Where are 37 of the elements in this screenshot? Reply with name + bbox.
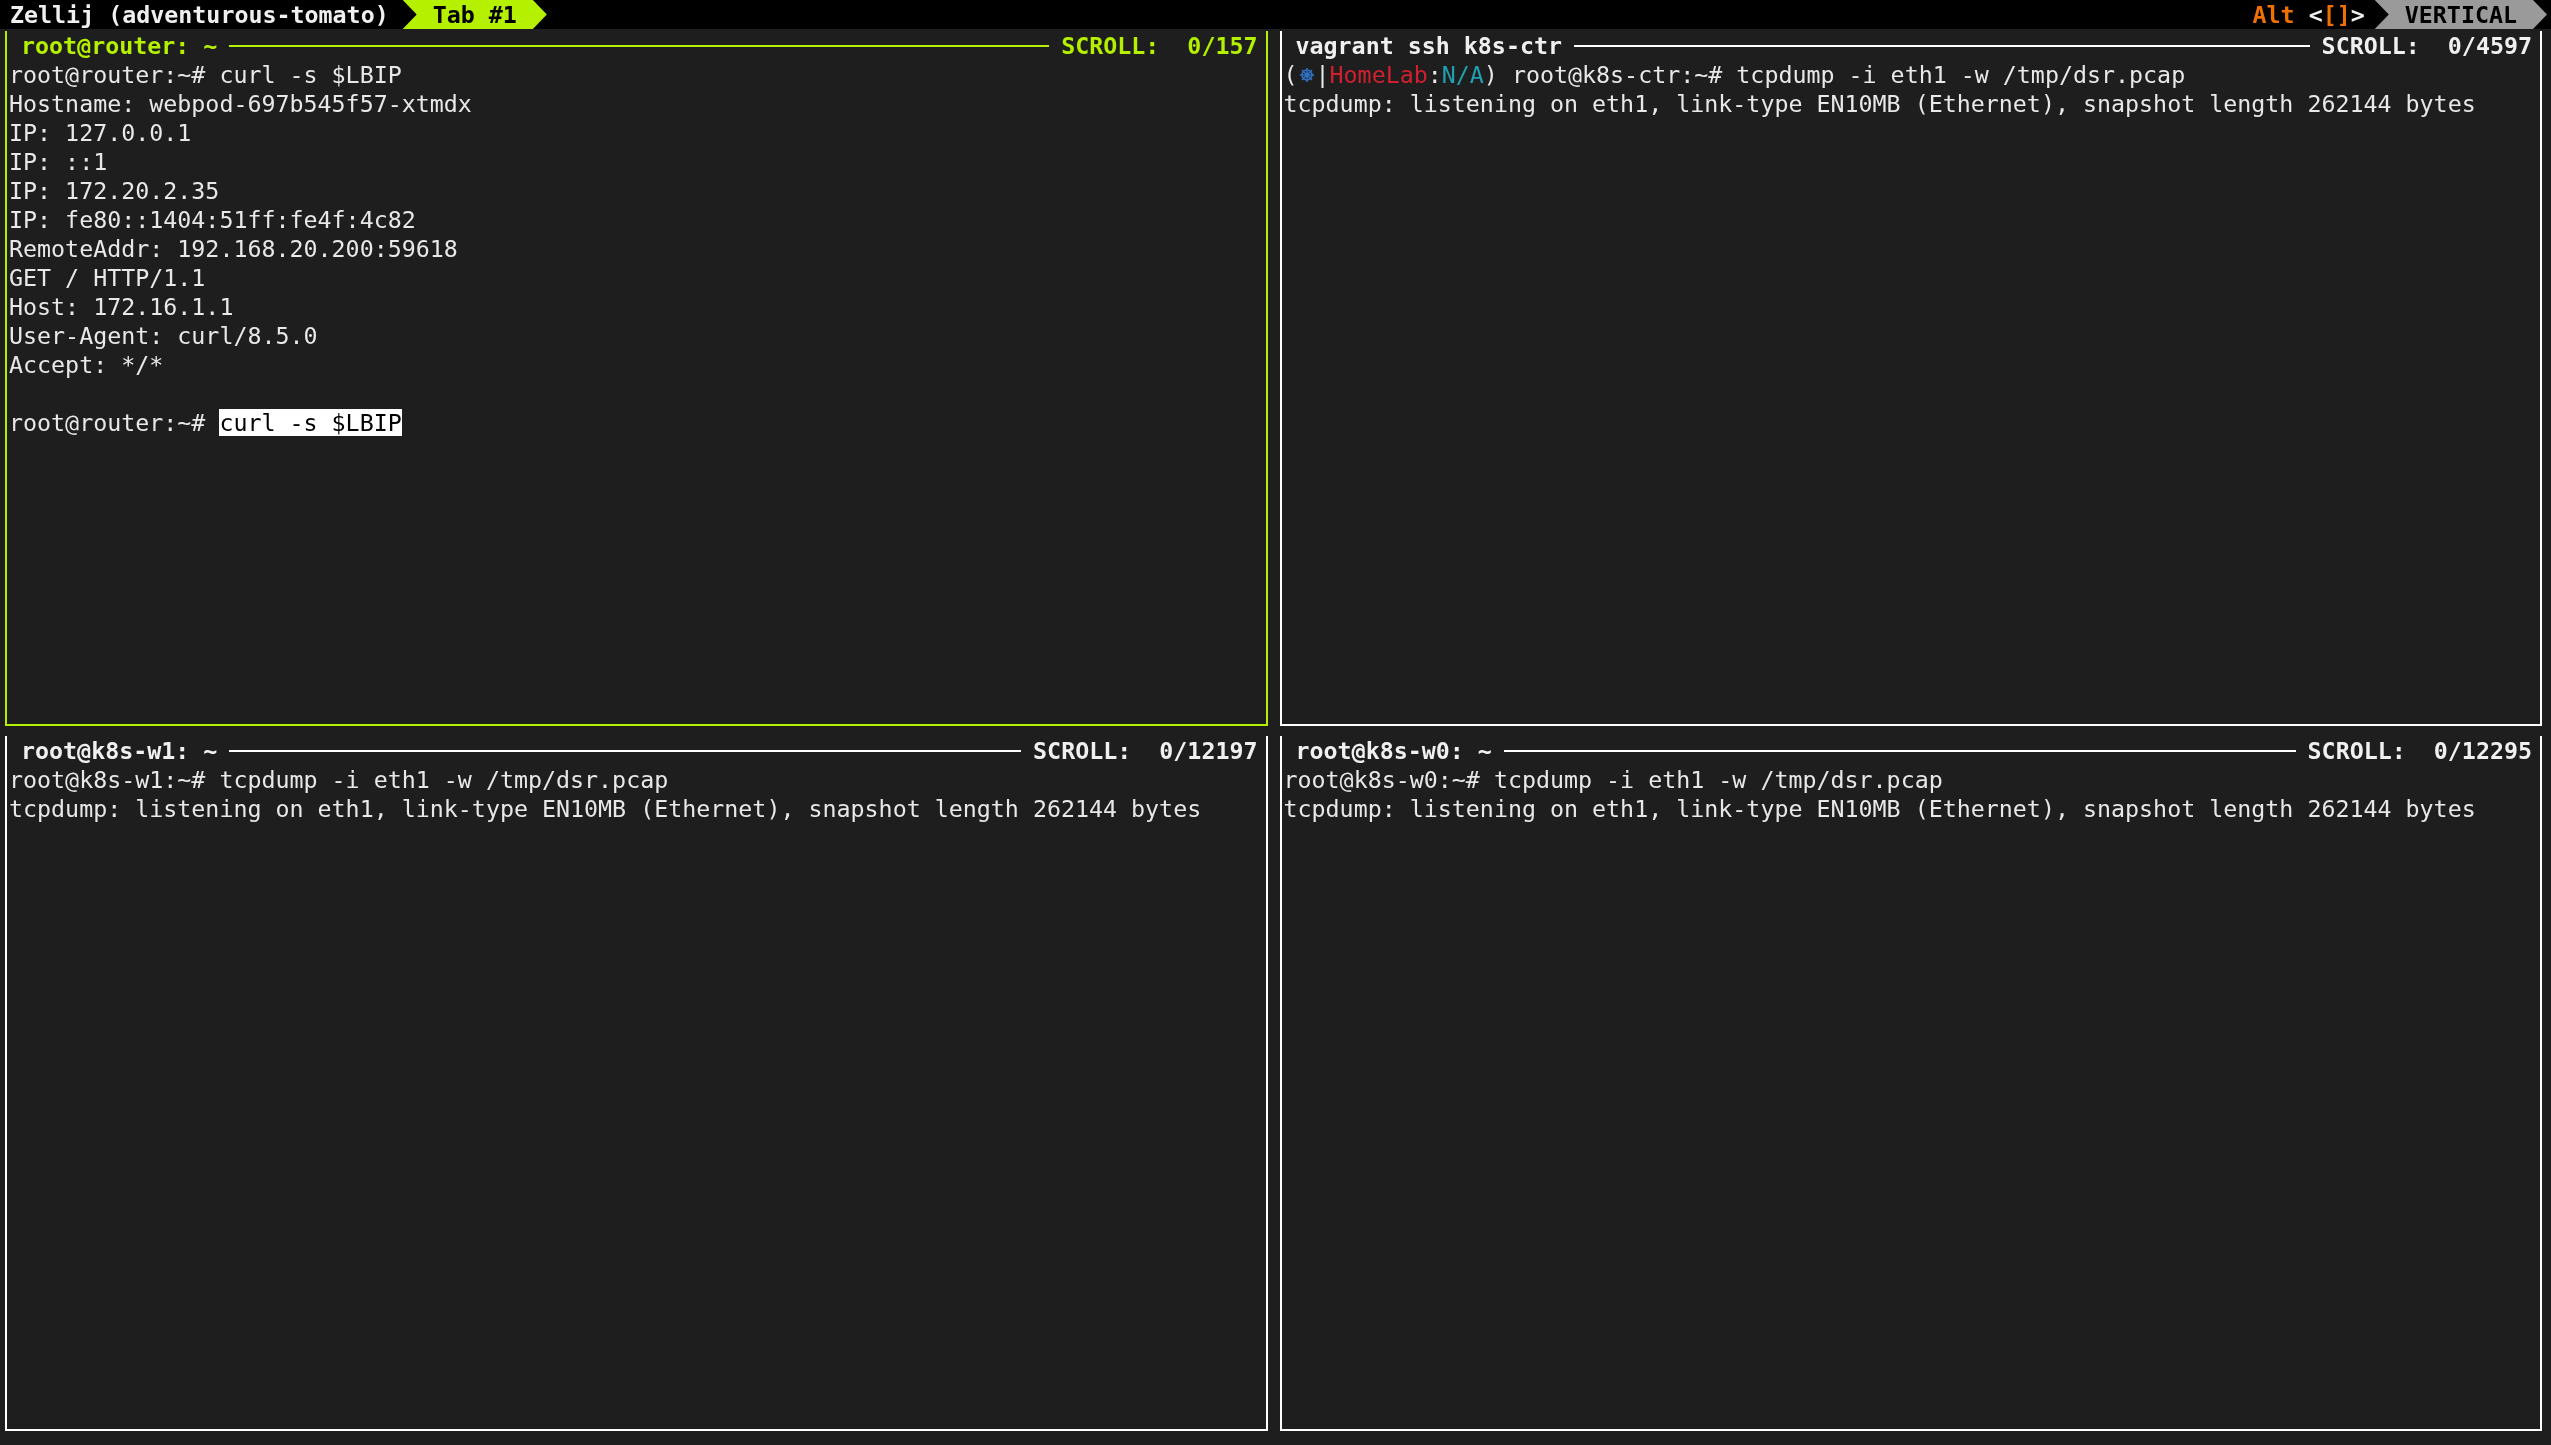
scroll-indicator: SCROLL: 0/12295: [2307, 737, 2533, 764]
scroll-indicator: SCROLL: 0/157: [1061, 32, 1259, 59]
terminal-line: Host: 172.16.1.1: [9, 292, 235, 321]
session-title: Zellij (adventurous-tomato): [9, 0, 390, 29]
pane-title: root@k8s-w1: ~: [20, 737, 218, 764]
tab[interactable]: Tab #1: [402, 0, 547, 29]
terminal-line: GET / HTTP/1.1: [9, 263, 207, 292]
terminal-text: (: [1283, 60, 1298, 89]
terminal-line: IP: fe80::1404:51ff:fe4f:4c82: [9, 205, 417, 234]
terminal-line: root@router:~# curl -s $LBIP: [9, 60, 403, 89]
terminal-line: IP: 127.0.0.1: [9, 118, 193, 147]
terminal-text: HomeLab: [1329, 60, 1428, 89]
terminal-text: :: [1427, 60, 1442, 89]
terminal-line: tcpdump: listening on eth1, link-type EN10MB (Ethernet), snapshot length 262144 bytes: [1283, 794, 2477, 823]
terminal-line: tcpdump: listening on eth1, link-type EN10MB (Ethernet), snapshot length 262144 bytes: [1283, 89, 2477, 118]
terminal-line: Accept: */*: [9, 350, 165, 379]
terminal-line: root@router:~# curl -s $LBIP: [9, 408, 403, 437]
terminal-text: |: [1315, 60, 1330, 89]
mode-hint: Alt <[]>: [2252, 0, 2365, 29]
terminal-line: RemoteAddr: 192.168.20.200:59618: [9, 234, 459, 263]
scroll-indicator: SCROLL: 0/4597: [2321, 32, 2533, 59]
pane-title: vagrant ssh k8s-ctr: [1294, 32, 1562, 59]
terminal-line: tcpdump: listening on eth1, link-type EN10MB (Ethernet), snapshot length 262144 bytes: [9, 794, 1203, 823]
terminal-line: Hostname: webpod-697b545f57-xtmdx: [9, 89, 473, 118]
terminal-line: IP: ::1: [9, 147, 109, 176]
pane-title: root@k8s-w0: ~: [1294, 737, 1492, 764]
terminal-text: N/A: [1441, 60, 1484, 89]
terminal-line: root@k8s-w1:~# tcpdump -i eth1 -w /tmp/dsr.pcap: [9, 765, 670, 794]
terminal-line: User-Agent: curl/8.5.0: [9, 321, 319, 350]
terminal-pane[interactable]: [5, 31, 1268, 726]
pane-title: root@router: ~: [20, 32, 218, 59]
scroll-indicator: SCROLL: 0/12197: [1033, 737, 1259, 764]
terminal-text: ) root@k8s-ctr:~# tcpdump -i eth1 -w /tmp/dsr.pcap: [1483, 60, 2186, 89]
terminal-line: IP: 172.20.2.35: [9, 176, 221, 205]
terminal-line: root@k8s-w0:~# tcpdump -i eth1 -w /tmp/dsr.pcap: [1283, 765, 1944, 794]
helm-wheel-icon: [1298, 66, 1315, 83]
swap-layout-indicator[interactable]: VERTICAL: [2374, 0, 2547, 29]
